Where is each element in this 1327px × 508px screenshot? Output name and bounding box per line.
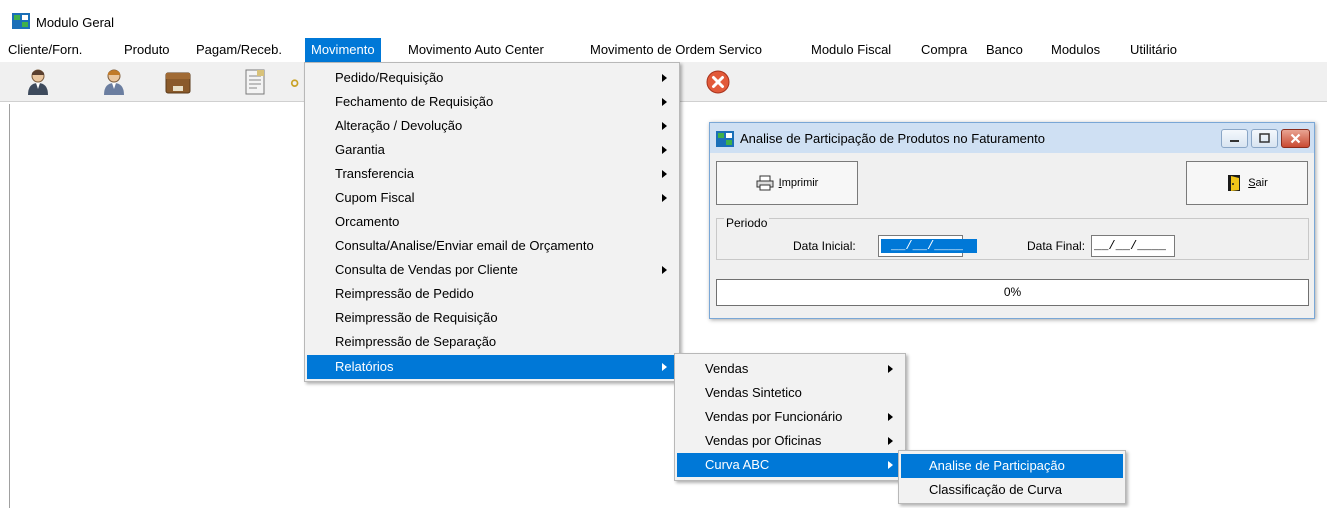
close-button[interactable] (1281, 129, 1310, 148)
menu-modulos[interactable]: Modulos (1045, 38, 1106, 62)
menu-item-analise-participacao[interactable]: Analise de Participação (901, 454, 1123, 478)
maximize-button[interactable] (1251, 129, 1278, 148)
supplier-button[interactable] (97, 66, 131, 98)
maximize-icon (1259, 133, 1270, 143)
product-box-icon (165, 72, 191, 94)
workspace-border (9, 104, 10, 508)
document-button[interactable] (238, 66, 272, 98)
menu-utilitario[interactable]: Utilitário (1124, 38, 1183, 62)
menu-modulo-fiscal[interactable]: Modulo Fiscal (805, 38, 897, 62)
print-button[interactable]: Imprimir (716, 161, 858, 205)
menu-item-reimpressao-pedido[interactable]: Reimpressão de Pedido (307, 282, 677, 306)
menu-item-reimpressao-separacao[interactable]: Reimpressão de Separação (307, 330, 677, 354)
submenu-arrow-icon (888, 413, 893, 421)
print-button-label: mprimir (781, 177, 819, 189)
menu-movimento-auto-center[interactable]: Movimento Auto Center (402, 38, 550, 62)
minimize-icon (1230, 140, 1239, 142)
submenu-arrow-icon (888, 437, 893, 445)
key-button[interactable] (290, 66, 304, 98)
menu-item-reimpressao-requisicao[interactable]: Reimpressão de Requisição (307, 306, 677, 330)
end-date-field[interactable]: __/__/____ (1091, 235, 1175, 257)
menu-item-consulta-vendas-cliente[interactable]: Consulta de Vendas por Cliente (307, 258, 677, 282)
menu-item-relatorios[interactable]: Relatórios (307, 355, 677, 379)
menu-pagam-receb[interactable]: Pagam/Receb. (190, 38, 288, 62)
minimize-button[interactable] (1221, 129, 1248, 148)
supplier-icon (104, 69, 124, 95)
app-logo-icon (12, 13, 30, 29)
menu-compra[interactable]: Compra (915, 38, 973, 62)
menu-item-vendas-sintetico[interactable]: Vendas Sintetico (677, 381, 903, 405)
progress-text: 0% (1003, 285, 1022, 299)
menu-banco[interactable]: Banco (980, 38, 1029, 62)
menu-item-classificacao-curva[interactable]: Classificação de Curva (901, 478, 1123, 502)
menu-item-vendas-funcionario[interactable]: Vendas por Funcionário (677, 405, 903, 429)
menu-item-consulta-orcamento[interactable]: Consulta/Analise/Enviar email de Orçamen… (307, 234, 677, 258)
analise-participacao-window: Analise de Participação de Produtos no F… (709, 122, 1315, 319)
exit-button-label: air (1255, 177, 1268, 189)
submenu-arrow-icon (662, 146, 667, 154)
end-date-value: __/__/____ (1094, 239, 1167, 253)
submenu-arrow-icon (888, 461, 893, 469)
menu-movimento-ordem-servico[interactable]: Movimento de Ordem Servico (584, 38, 768, 62)
menu-item-pedido-requisicao[interactable]: Pedido/Requisição (307, 66, 677, 90)
start-date-label: Data Inicial: (793, 239, 856, 253)
menu-item-garantia[interactable]: Garantia (307, 138, 677, 162)
menu-cliente-forn[interactable]: Cliente/Forn. (2, 38, 88, 62)
submenu-arrow-icon (888, 365, 893, 373)
progress-bar: 0% (716, 279, 1309, 306)
menu-item-curva-abc[interactable]: Curva ABC (677, 453, 903, 477)
exit-button-mnemonic: S (1248, 177, 1256, 189)
exit-app-button[interactable] (701, 66, 735, 98)
movimento-menu: Pedido/Requisição Fechamento de Requisiç… (304, 62, 680, 382)
relatorios-submenu: Vendas Vendas Sintetico Vendas por Funci… (674, 353, 906, 481)
window-titlebar[interactable]: Analise de Participação de Produtos no F… (710, 123, 1314, 153)
submenu-arrow-icon (662, 74, 667, 82)
submenu-arrow-icon (662, 170, 667, 178)
menu-item-vendas[interactable]: Vendas (677, 357, 903, 381)
client-icon (28, 69, 48, 95)
submenu-arrow-icon (662, 363, 667, 371)
submenu-arrow-icon (662, 122, 667, 130)
menu-item-orcamento[interactable]: Orcamento (307, 210, 677, 234)
submenu-arrow-icon (662, 194, 667, 202)
menu-movimento[interactable]: Movimento (305, 38, 381, 62)
periodo-group-label: Periodo (724, 216, 770, 230)
submenu-arrow-icon (662, 98, 667, 106)
document-icon (245, 69, 265, 95)
product-button[interactable] (161, 66, 195, 98)
printer-icon (756, 175, 774, 191)
menu-item-vendas-oficinas[interactable]: Vendas por Oficinas (677, 429, 903, 453)
menu-produto[interactable]: Produto (118, 38, 176, 62)
main-menubar: Cliente/Forn. Produto Pagam/Receb. Movim… (0, 38, 1327, 62)
door-exit-icon (1228, 175, 1241, 191)
curva-abc-submenu: Analise de Participação Classificação de… (898, 450, 1126, 504)
menu-item-cupom-fiscal[interactable]: Cupom Fiscal (307, 186, 677, 210)
submenu-arrow-icon (662, 266, 667, 274)
window-title: Analise de Participação de Produtos no F… (740, 131, 1045, 146)
menu-item-alteracao-devolucao[interactable]: Alteração / Devolução (307, 114, 677, 138)
close-circle-icon (706, 70, 730, 94)
key-icon (290, 79, 299, 87)
client-button[interactable] (21, 66, 55, 98)
app-titlebar: Modulo Geral (0, 0, 1327, 36)
menu-item-fechamento-requisicao[interactable]: Fechamento de Requisição (307, 90, 677, 114)
close-icon (1290, 133, 1301, 144)
window-logo-icon (716, 131, 734, 147)
end-date-label: Data Final: (1027, 239, 1086, 253)
exit-button[interactable]: Sair (1186, 161, 1308, 205)
start-date-field[interactable]: __/__/____ (878, 235, 978, 257)
start-date-value: __/__/____ (881, 239, 978, 253)
menu-item-transferencia[interactable]: Transferencia (307, 162, 677, 186)
app-title: Modulo Geral (36, 15, 115, 30)
